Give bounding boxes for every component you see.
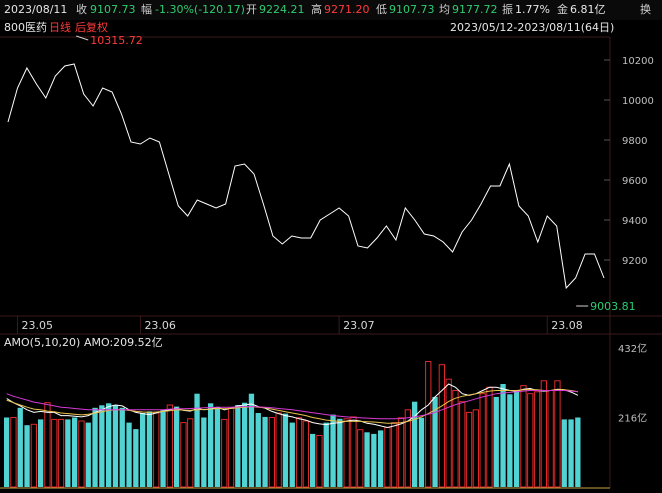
- amo-bar: [208, 403, 214, 487]
- amo-bar: [575, 417, 581, 487]
- amo-bar: [337, 418, 343, 487]
- amo-bar: [214, 407, 221, 487]
- amo-bar: [248, 393, 255, 487]
- amo-bar: [425, 361, 432, 488]
- amo-bar: [350, 416, 357, 488]
- amo-bar: [493, 396, 499, 487]
- amo-bar: [242, 402, 248, 487]
- amo-bar: [364, 432, 370, 487]
- x-tick-label: 23.08: [551, 319, 583, 332]
- amo-bar: [187, 418, 194, 488]
- amo-bar: [133, 429, 139, 487]
- amo-bar: [568, 419, 574, 487]
- amo-tick-label: 432亿: [618, 342, 647, 355]
- amo-bar: [533, 391, 541, 488]
- y-tick-label: 10200: [622, 56, 654, 67]
- amo-bar: [438, 364, 446, 488]
- amo-bar: [295, 417, 303, 488]
- amo-bar: [4, 417, 10, 487]
- amo-bar: [310, 433, 316, 487]
- amo-bar: [99, 405, 105, 487]
- amo-bar: [357, 429, 364, 488]
- amo-bar: [371, 433, 377, 487]
- amo-bar: [445, 378, 452, 488]
- amo-bar: [479, 393, 486, 488]
- amo-bar: [140, 413, 146, 487]
- amo-bar: [330, 414, 336, 487]
- amo-bar: [275, 412, 282, 488]
- amo-bar: [255, 413, 261, 487]
- amo-bar: [527, 393, 534, 488]
- amo-bar: [85, 422, 91, 487]
- amo-bar: [384, 427, 391, 488]
- amo-bar: [459, 401, 466, 488]
- amo-bar: [106, 403, 112, 487]
- amo-bar: [221, 418, 228, 488]
- amo-bar: [520, 385, 527, 488]
- amo-bar: [268, 417, 276, 488]
- x-tick-label: 23.05: [21, 319, 53, 332]
- amo-bar: [547, 390, 554, 488]
- amo-bar: [174, 406, 180, 487]
- x-tick-label: 23.06: [144, 319, 176, 332]
- amo-bar: [126, 422, 132, 487]
- low-annotation: 9003.81: [590, 300, 636, 313]
- price-line: [7, 63, 605, 290]
- amo-bar: [180, 422, 187, 488]
- amo-bar: [507, 394, 513, 487]
- amo-bar: [540, 380, 548, 488]
- y-tick-label: 9400: [622, 216, 647, 227]
- amo-bar: [316, 435, 323, 488]
- amo-bar: [397, 417, 405, 488]
- amo-bar: [289, 422, 295, 487]
- amo-bar: [500, 384, 506, 487]
- amo-bar: [166, 404, 173, 488]
- amo-bar: [378, 430, 384, 487]
- amo-bar: [561, 419, 567, 487]
- amo-bar: [153, 412, 160, 488]
- amo-bar: [235, 405, 241, 487]
- amo-bar: [391, 422, 398, 488]
- amo-bar: [112, 405, 119, 487]
- amo-bar: [160, 409, 166, 487]
- amo-bar: [17, 407, 23, 487]
- amo-bar: [78, 420, 85, 488]
- amo-bar: [24, 425, 30, 487]
- amo-bar: [465, 411, 473, 488]
- amo-bar: [472, 409, 480, 488]
- y-tick-label: 9800: [622, 136, 647, 147]
- amo-bar: [262, 416, 268, 487]
- amo-bar: [38, 419, 44, 487]
- amo-bar: [554, 380, 561, 488]
- amo-bar: [72, 417, 78, 487]
- amo-bar: [343, 418, 350, 488]
- high-annotation: 10315.72: [90, 34, 143, 47]
- amo-bar: [65, 419, 71, 487]
- amo-bar: [227, 407, 235, 488]
- chart-canvas[interactable]: 10200 10000 9800 9600 9400 9200 23.05 23.06 23.0…: [0, 0, 662, 493]
- amo-bar: [201, 417, 207, 487]
- amo-bar: [418, 417, 425, 487]
- amo-bar: [51, 418, 58, 488]
- amo-bar: [10, 417, 17, 488]
- amo-bar: [30, 423, 38, 488]
- amo-bar: [282, 413, 289, 487]
- amo-bar: [146, 411, 153, 487]
- amo-bar: [323, 422, 329, 487]
- amo-bar: [57, 418, 65, 488]
- amo-tick-label: 216亿: [618, 412, 647, 425]
- amo-bar: [119, 407, 125, 487]
- amo-bar: [486, 386, 493, 488]
- y-tick-label: 10000: [622, 96, 654, 107]
- amo-bar: [302, 420, 310, 488]
- y-tick-label: 9600: [622, 176, 647, 187]
- x-tick-label: 23.07: [343, 319, 375, 332]
- amo-bar: [514, 390, 520, 487]
- amo-bar: [44, 402, 51, 488]
- amo-bar: [92, 407, 98, 487]
- y-tick-label: 9200: [622, 256, 647, 267]
